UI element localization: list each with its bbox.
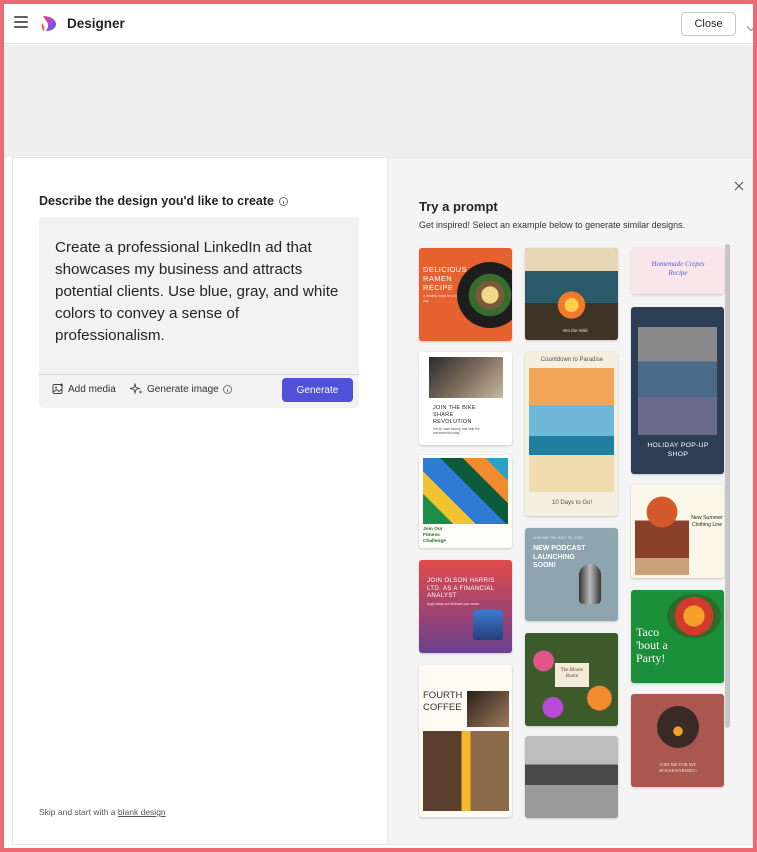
- card-clothing[interactable]: New Summer Clothing Line: [631, 485, 724, 578]
- add-media-button[interactable]: Add media: [52, 383, 116, 395]
- card-coffee-title: FOURTH COFFEE: [423, 690, 463, 713]
- card-taco-title: Taco 'bout a Party!: [636, 625, 668, 665]
- card-ramen[interactable]: DELICIOUS RAMEN RECIPE a healthy meal fo…: [419, 248, 512, 341]
- app-title: Designer: [67, 16, 125, 31]
- card-financial-title: JOIN OLSON HARRIS LTD. AS A FINANCIAL AN…: [427, 577, 495, 599]
- card-bonfire[interactable]: Into the Wild: [525, 248, 618, 340]
- sparkle-icon: [130, 383, 143, 395]
- card-paradise[interactable]: Countdown to Paradise 10 Days to Go!: [525, 352, 618, 516]
- card-bonfire-caption: Into the Wild: [562, 328, 588, 333]
- try-prompt-title: Try a prompt: [419, 199, 498, 214]
- card-paradise-caption: 10 Days to Go!: [551, 500, 593, 506]
- card-financial-sub: Apply today and kickstart your career: [427, 602, 480, 606]
- microphone-image: [579, 564, 601, 604]
- card-bike[interactable]: JOIN THE BIKE SHARE REVOLUTION Get fit, …: [419, 352, 512, 445]
- skip-text: Skip and start with a: [39, 807, 116, 817]
- add-media-label: Add media: [68, 383, 116, 395]
- card-holiday[interactable]: HOLIDAY POP-UP SHOP: [631, 307, 724, 474]
- prompt-input[interactable]: Create a professional LinkedIn ad that s…: [55, 237, 350, 347]
- chevron-down-icon[interactable]: [746, 22, 753, 32]
- lecture-photo-image: [525, 736, 618, 818]
- hamburger-menu-icon[interactable]: [14, 16, 28, 28]
- housewarming-photo-image: [657, 706, 699, 748]
- card-crepes-title: Homemade Crepes Recipe: [651, 260, 705, 277]
- clothing-illustration-image: [635, 491, 689, 575]
- design-dialog: Describe the design you'd like to create…: [12, 157, 753, 845]
- card-bloom-title: The Bloom Room: [560, 668, 584, 679]
- card-coffee[interactable]: FOURTH COFFEE: [419, 665, 512, 817]
- card-taco[interactable]: Taco 'bout a Party!: [631, 590, 724, 683]
- background-band: [4, 45, 753, 157]
- blank-design-link[interactable]: blank design: [118, 807, 166, 817]
- card-fitness[interactable]: Join Our Fitness Challenge: [419, 455, 512, 548]
- coffee-grid-image: [423, 731, 509, 811]
- card-crepes[interactable]: Homemade Crepes Recipe: [631, 248, 724, 294]
- beach-painting-image: [529, 368, 614, 492]
- generate-button[interactable]: Generate: [282, 378, 353, 402]
- designer-logo-icon: [41, 16, 56, 31]
- prompt-toolbar: Add media Generate image Generate: [39, 375, 359, 408]
- image-add-icon: [52, 383, 63, 394]
- coffee-photo-image: [467, 691, 509, 727]
- ramen-bowl-image: [457, 262, 512, 328]
- card-housewarming[interactable]: JOIN ME FOR MY HOUSEWARMING: [631, 694, 724, 787]
- describe-header: Describe the design you'd like to create: [39, 194, 288, 208]
- card-bike-title: JOIN THE BIKE SHARE REVOLUTION: [433, 405, 476, 425]
- prompt-gallery-pane: Try a prompt Get inspired! Select an exa…: [387, 158, 752, 844]
- info-icon[interactable]: [279, 196, 288, 206]
- generate-image-label: Generate image: [147, 383, 219, 395]
- card-podcast-date: JOIN ME ON JULY 21, 2023: [533, 536, 584, 540]
- generate-image-button[interactable]: Generate image: [130, 383, 232, 395]
- describe-label: Describe the design you'd like to create: [39, 194, 274, 208]
- card-podcast[interactable]: JOIN ME ON JULY 21, 2023 NEW PODCAST LAU…: [525, 528, 618, 621]
- card-paradise-header: Countdown to Paradise: [540, 357, 604, 363]
- close-icon[interactable]: [733, 180, 745, 192]
- analyst-illustration-image: [473, 610, 503, 640]
- prompt-box: Create a professional LinkedIn ad that s…: [39, 217, 359, 408]
- try-prompt-subtitle: Get inspired! Select an example below to…: [419, 220, 686, 230]
- holiday-photo-grid-image: [638, 327, 717, 435]
- card-clothing-title: New Summer Clothing Line: [691, 515, 723, 528]
- skip-row: Skip and start with a blank design: [39, 807, 166, 817]
- card-housewarming-title: JOIN ME FOR MY HOUSEWARMING: [659, 762, 697, 773]
- card-holiday-title: HOLIDAY POP-UP SHOP: [647, 442, 709, 458]
- generate-image-info-icon[interactable]: [222, 384, 232, 394]
- card-lecture[interactable]: [525, 736, 618, 818]
- card-fitness-title: Join Our Fitness Challenge: [423, 527, 446, 544]
- card-bloom[interactable]: The Bloom Room: [525, 633, 618, 726]
- title-bar: Designer Close: [4, 4, 753, 44]
- card-financial[interactable]: JOIN OLSON HARRIS LTD. AS A FINANCIAL AN…: [419, 560, 512, 653]
- gallery-scrollbar[interactable]: [725, 244, 730, 728]
- fitness-art-image: [423, 458, 508, 524]
- close-button[interactable]: Close: [681, 12, 736, 36]
- bonfire-illustration-image: [525, 248, 618, 340]
- card-bike-sub: Get fit, save money, and help the enviro…: [433, 427, 480, 435]
- bike-photo-image: [429, 357, 503, 398]
- app-window: Designer Close Describe the design you'd…: [0, 0, 757, 852]
- describe-pane: Describe the design you'd like to create…: [13, 158, 387, 844]
